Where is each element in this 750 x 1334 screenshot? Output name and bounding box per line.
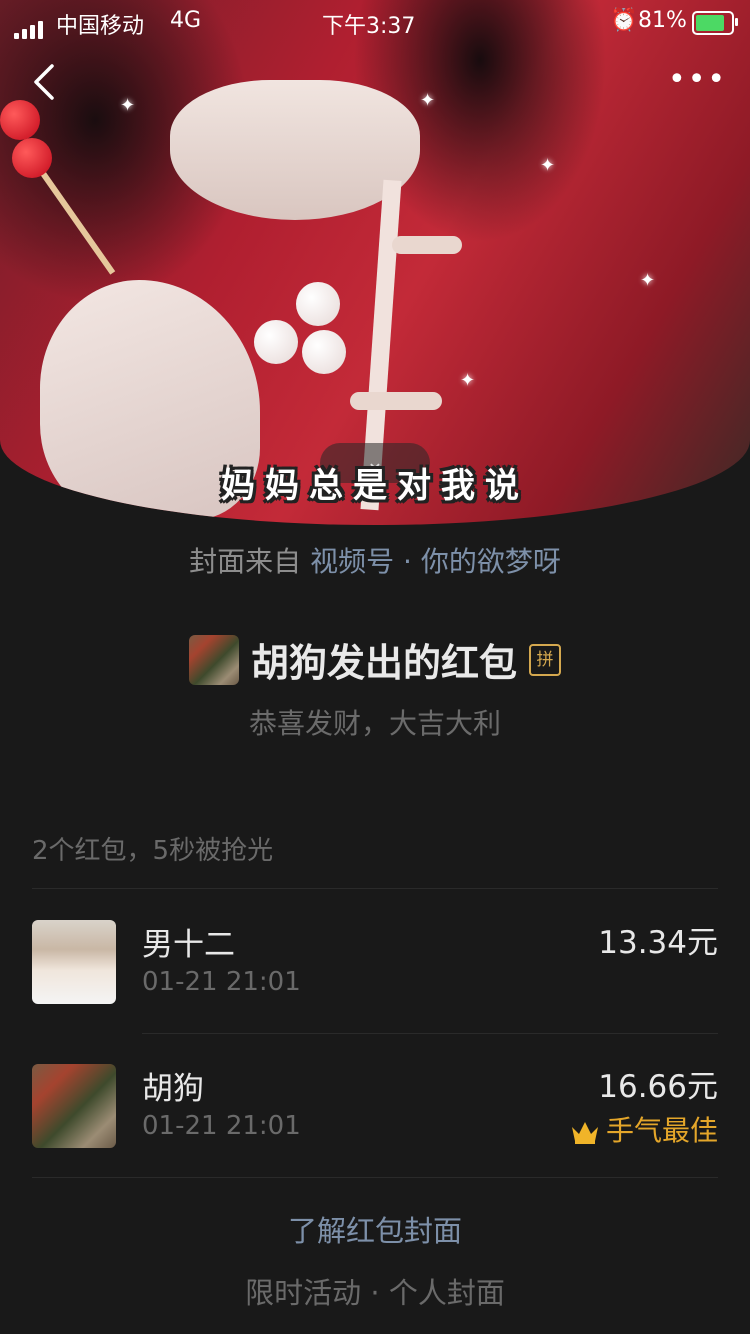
crown-icon xyxy=(571,1122,598,1144)
status-bar: 中国移动 4G 下午3:37 ⏰ 81% xyxy=(0,0,750,44)
carrier: 中国移动 xyxy=(56,14,145,39)
divider xyxy=(32,1177,718,1178)
more-options-button[interactable]: ••• xyxy=(668,65,725,95)
chevron-left-icon xyxy=(34,64,54,100)
learn-cover-link[interactable]: 了解红包封面 xyxy=(0,1208,750,1250)
clock: 下午3:37 xyxy=(322,14,416,39)
network-type: 4G xyxy=(170,8,202,33)
knot-button xyxy=(350,392,442,410)
battery-percent: 81% xyxy=(638,8,687,33)
signal-icon xyxy=(14,14,46,39)
candy xyxy=(0,100,40,140)
sparkle: ✦ xyxy=(120,95,136,116)
separator: · xyxy=(403,545,412,578)
cover-image[interactable]: ✦ ✦ ✦ ✦ ✦ ⌄ 妈妈总是对我说 xyxy=(0,0,750,525)
receive-time: 01-21 21:01 xyxy=(142,1111,301,1141)
ellipsis-icon: ••• xyxy=(668,62,728,97)
recipient-name: 胡狗 xyxy=(142,1071,204,1107)
amount: 16.66元 xyxy=(598,1069,718,1105)
list-item[interactable]: 男十二 01-21 21:01 13.34元 xyxy=(32,889,718,1033)
packet-header: 胡狗发出的红包 拼 xyxy=(0,632,750,687)
sparkle: ✦ xyxy=(460,370,476,391)
cover-subtitle: 妈妈总是对我说 xyxy=(221,466,529,506)
receive-time: 01-21 21:01 xyxy=(142,967,301,997)
knot-button xyxy=(392,236,462,254)
cover-source-line: 封面来自 视频号 · 你的欲梦呀 xyxy=(0,540,750,580)
alarm-icon: ⏰ xyxy=(610,8,638,33)
pin-badge: 拼 xyxy=(529,643,561,676)
battery-fill xyxy=(696,15,724,31)
list-item[interactable]: 胡狗 01-21 21:01 16.66元 手气最佳 xyxy=(32,1033,718,1177)
channel-link[interactable]: 视频号 xyxy=(310,545,394,578)
back-button[interactable] xyxy=(30,62,60,102)
cover-source-prefix: 封面来自 xyxy=(189,545,302,578)
amount: 13.34元 xyxy=(598,925,718,961)
avatar[interactable] xyxy=(32,920,116,1004)
sender-avatar[interactable] xyxy=(188,634,239,685)
blessing-text: 恭喜发财，大吉大利 xyxy=(248,707,501,740)
pompom xyxy=(254,320,298,364)
candy xyxy=(12,138,52,178)
sparkle: ✦ xyxy=(640,270,656,291)
footer-links[interactable]: 限时活动 · 个人封面 xyxy=(0,1270,750,1312)
best-luck-text: 手气最佳 xyxy=(605,1114,718,1147)
pompom xyxy=(302,330,346,374)
recipient-name: 男十二 xyxy=(142,927,235,963)
pompom xyxy=(296,282,340,326)
best-luck-label: 手气最佳 xyxy=(570,1109,718,1149)
sparkle: ✦ xyxy=(540,155,556,176)
packet-summary: 2个红包，5秒被抢光 xyxy=(32,836,274,866)
battery-icon xyxy=(692,11,738,35)
author-link[interactable]: 你的欲梦呀 xyxy=(421,545,561,578)
avatar[interactable] xyxy=(32,1064,116,1148)
packet-title: 胡狗发出的红包 xyxy=(250,641,517,685)
sparkle: ✦ xyxy=(420,90,436,111)
